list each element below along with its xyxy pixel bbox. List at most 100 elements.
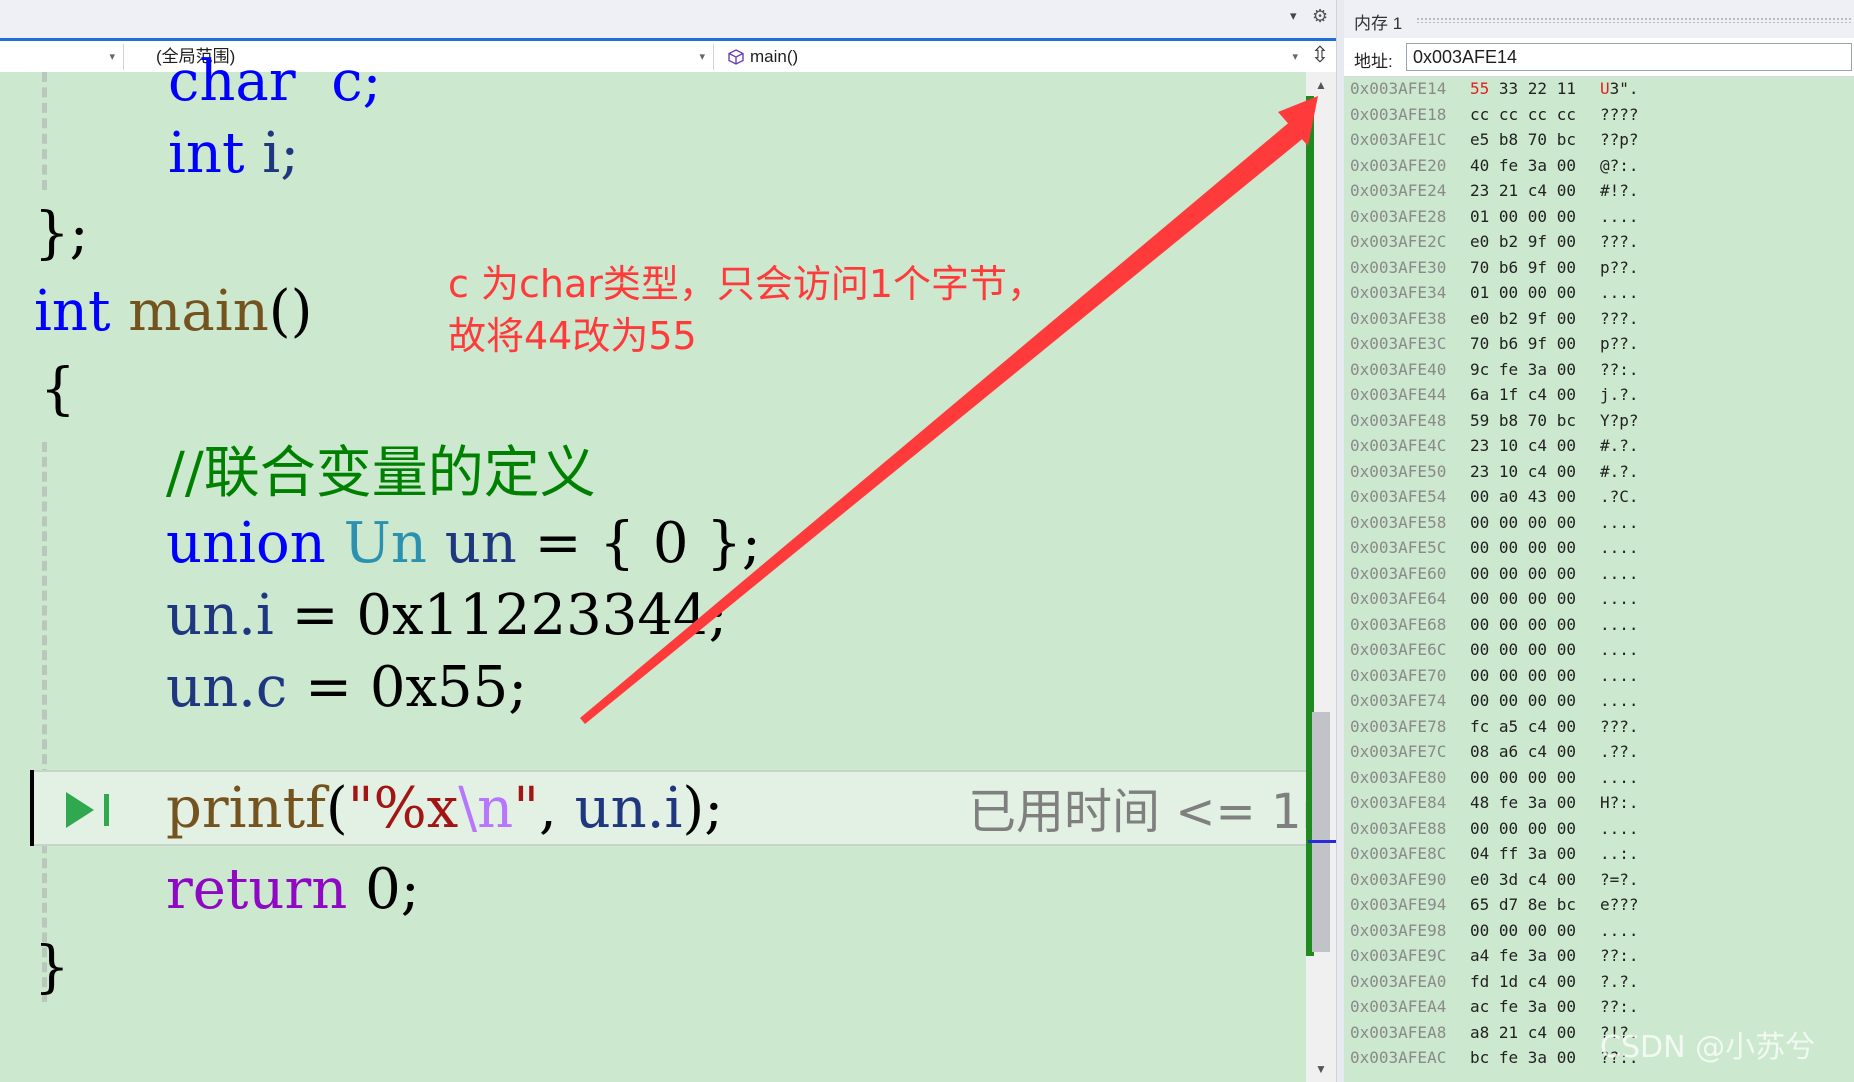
drag-handle[interactable] <box>1416 17 1852 23</box>
memory-row[interactable]: 0x003AFE3C 70 b6 9f 00 p??. <box>1344 331 1854 357</box>
memory-row[interactable]: 0x003AFE14 55 33 22 11 U3". <box>1344 76 1854 102</box>
memory-row[interactable]: 0x003AFE60 00 00 00 00.... <box>1344 561 1854 587</box>
memory-bytes[interactable]: 23 21 c4 00 <box>1470 178 1576 204</box>
pane-splitter[interactable] <box>1336 0 1344 1082</box>
memory-bytes[interactable]: e0 b2 9f 00 <box>1470 306 1576 332</box>
memory-row[interactable]: 0x003AFE80 00 00 00 00.... <box>1344 765 1854 791</box>
memory-bytes[interactable]: 01 00 00 00 <box>1470 280 1576 306</box>
memory-row[interactable]: 0x003AFE84 48 fe 3a 00 H?:. <box>1344 790 1854 816</box>
memory-bytes[interactable]: fd 1d c4 00 <box>1470 969 1576 995</box>
memory-row[interactable]: 0x003AFE54 00 a0 43 00 .?C. <box>1344 484 1854 510</box>
memory-row[interactable]: 0x003AFEA4 ac fe 3a 00??:. <box>1344 994 1854 1020</box>
memory-window-titlebar[interactable]: 内存 1 <box>1344 0 1854 39</box>
memory-row[interactable]: 0x003AFE30 70 b6 9f 00 p??. <box>1344 255 1854 281</box>
memory-row[interactable]: 0x003AFE20 40 fe 3a 00 @?:. <box>1344 153 1854 179</box>
memory-bytes[interactable]: 00 00 00 00 <box>1470 765 1576 791</box>
memory-row[interactable]: 0x003AFE24 23 21 c4 00 #!?. <box>1344 178 1854 204</box>
memory-row[interactable]: 0x003AFE4C 23 10 c4 00 #.?. <box>1344 433 1854 459</box>
memory-bytes[interactable]: e0 3d c4 00 <box>1470 867 1576 893</box>
memory-bytes[interactable]: a4 fe 3a 00 <box>1470 943 1576 969</box>
scroll-down-icon[interactable]: ▼ <box>1306 1062 1336 1076</box>
memory-bytes[interactable]: a8 21 c4 00 <box>1470 1020 1576 1046</box>
memory-bytes[interactable]: 00 00 00 00 <box>1470 535 1576 561</box>
memory-row[interactable]: 0x003AFE94 65 d7 8e bc e??? <box>1344 892 1854 918</box>
memory-bytes[interactable]: 01 00 00 00 <box>1470 204 1576 230</box>
project-combo[interactable]: ▾ <box>0 44 124 70</box>
memory-address: 0x003AFE7C <box>1350 742 1447 761</box>
memory-row[interactable]: 0x003AFE44 6a 1f c4 00 j.?. <box>1344 382 1854 408</box>
code-text: { <box>40 357 76 422</box>
memory-row[interactable]: 0x003AFE34 01 00 00 00.... <box>1344 280 1854 306</box>
memory-row[interactable]: 0x003AFE8C 04 ff 3a 00..:. <box>1344 841 1854 867</box>
memory-row[interactable]: 0x003AFE90 e0 3d c4 00 ?=?. <box>1344 867 1854 893</box>
function-combo[interactable]: main() ▾ <box>718 44 1306 70</box>
memory-address: 0x003AFE3C <box>1350 334 1447 353</box>
memory-row[interactable]: 0x003AFE88 00 00 00 00.... <box>1344 816 1854 842</box>
memory-bytes[interactable]: 40 fe 3a 00 <box>1470 153 1576 179</box>
memory-bytes[interactable]: 6a 1f c4 00 <box>1470 382 1576 408</box>
memory-row[interactable]: 0x003AFE5C 00 00 00 00.... <box>1344 535 1854 561</box>
memory-bytes[interactable]: ac fe 3a 00 <box>1470 994 1576 1020</box>
split-editor-icon[interactable]: ⇳ <box>1306 40 1334 70</box>
memory-bytes[interactable]: 00 00 00 00 <box>1470 561 1576 587</box>
memory-bytes[interactable]: 08 a6 c4 00 <box>1470 739 1576 765</box>
memory-row[interactable]: 0x003AFEA0 fd 1d c4 00?.?. <box>1344 969 1854 995</box>
memory-row[interactable]: 0x003AFE28 01 00 00 00.... <box>1344 204 1854 230</box>
memory-chars: .... <box>1600 538 1639 557</box>
memory-bytes[interactable]: 48 fe 3a 00 <box>1470 790 1576 816</box>
memory-bytes[interactable]: 00 00 00 00 <box>1470 816 1576 842</box>
memory-row[interactable]: 0x003AFE64 00 00 00 00.... <box>1344 586 1854 612</box>
memory-bytes[interactable]: e5 b8 70 bc <box>1470 127 1576 153</box>
memory-bytes[interactable]: 00 00 00 00 <box>1470 510 1576 536</box>
memory-bytes[interactable]: bc fe 3a 00 <box>1470 1045 1576 1071</box>
memory-bytes[interactable]: 23 10 c4 00 <box>1470 433 1576 459</box>
tab-list-dropdown-icon[interactable]: ▾ <box>1290 8 1297 24</box>
memory-bytes[interactable]: 59 b8 70 bc <box>1470 408 1576 434</box>
code-editor[interactable]: ▾ ⚙ ▾ (全局范围) ▾ main() ▾ ⇳ char c; int i;… <box>0 0 1336 1082</box>
memory-bytes[interactable]: 00 00 00 00 <box>1470 663 1576 689</box>
memory-bytes[interactable]: 23 10 c4 00 <box>1470 459 1576 485</box>
memory-row[interactable]: 0x003AFE18 cc cc cc cc???? <box>1344 102 1854 128</box>
memory-row[interactable]: 0x003AFE58 00 00 00 00.... <box>1344 510 1854 536</box>
memory-address: 0x003AFE58 <box>1350 512 1447 532</box>
address-input[interactable]: 0x003AFE14 <box>1406 43 1852 71</box>
memory-bytes[interactable]: 65 d7 8e bc <box>1470 892 1576 918</box>
memory-row[interactable]: 0x003AFE40 9c fe 3a 00??:. <box>1344 357 1854 383</box>
memory-bytes[interactable]: 04 ff 3a 00 <box>1470 841 1576 867</box>
memory-bytes[interactable]: 00 00 00 00 <box>1470 637 1576 663</box>
memory-bytes[interactable]: 00 00 00 00 <box>1470 688 1576 714</box>
scroll-up-icon[interactable]: ▲ <box>1306 78 1336 92</box>
code-area[interactable]: char c; int i; }; int main() { //联合变量的定义… <box>0 50 1306 1082</box>
memory-bytes[interactable]: 70 b6 9f 00 <box>1470 255 1576 281</box>
memory-row[interactable]: 0x003AFE2C e0 b2 9f 00???. <box>1344 229 1854 255</box>
memory-row[interactable]: 0x003AFE50 23 10 c4 00 #.?. <box>1344 459 1854 485</box>
memory-bytes[interactable]: e0 b2 9f 00 <box>1470 229 1576 255</box>
execution-pointer-icon[interactable] <box>64 790 114 830</box>
memory-bytes[interactable]: 00 00 00 00 <box>1470 918 1576 944</box>
perf-tip-elapsed-time[interactable]: 已用时间 <= 1r <box>968 780 1321 844</box>
memory-bytes[interactable]: 9c fe 3a 00 <box>1470 357 1576 383</box>
memory-row[interactable]: 0x003AFE68 00 00 00 00.... <box>1344 612 1854 638</box>
scrollbar-thumb[interactable] <box>1312 712 1330 952</box>
memory-row[interactable]: 0x003AFE48 59 b8 70 bc Y?p? <box>1344 408 1854 434</box>
memory-bytes[interactable]: 00 00 00 00 <box>1470 612 1576 638</box>
address-label: 地址: <box>1354 52 1393 71</box>
gear-icon[interactable]: ⚙ <box>1312 6 1328 27</box>
memory-row[interactable]: 0x003AFE1C e5 b8 70 bc ??p? <box>1344 127 1854 153</box>
editor-vertical-scrollbar[interactable]: ▲ ▼ <box>1306 72 1336 1082</box>
memory-row[interactable]: 0x003AFE6C 00 00 00 00.... <box>1344 637 1854 663</box>
memory-row[interactable]: 0x003AFE70 00 00 00 00.... <box>1344 663 1854 689</box>
memory-bytes[interactable]: cc cc cc cc <box>1470 102 1576 128</box>
memory-address: 0x003AFE8C <box>1350 844 1447 863</box>
memory-row[interactable]: 0x003AFE7C 08 a6 c4 00.??. <box>1344 739 1854 765</box>
memory-row[interactable]: 0x003AFE78 fc a5 c4 00???. <box>1344 714 1854 740</box>
memory-bytes[interactable]: 00 00 00 00 <box>1470 586 1576 612</box>
memory-row[interactable]: 0x003AFE74 00 00 00 00.... <box>1344 688 1854 714</box>
memory-bytes[interactable]: 70 b6 9f 00 <box>1470 331 1576 357</box>
memory-bytes[interactable]: fc a5 c4 00 <box>1470 714 1576 740</box>
memory-row[interactable]: 0x003AFE98 00 00 00 00.... <box>1344 918 1854 944</box>
memory-row[interactable]: 0x003AFE9C a4 fe 3a 00??:. <box>1344 943 1854 969</box>
memory-row[interactable]: 0x003AFE38 e0 b2 9f 00???. <box>1344 306 1854 332</box>
memory-bytes[interactable]: 00 a0 43 00 <box>1470 484 1576 510</box>
memory-bytes[interactable]: 55 33 22 11 <box>1470 76 1576 102</box>
